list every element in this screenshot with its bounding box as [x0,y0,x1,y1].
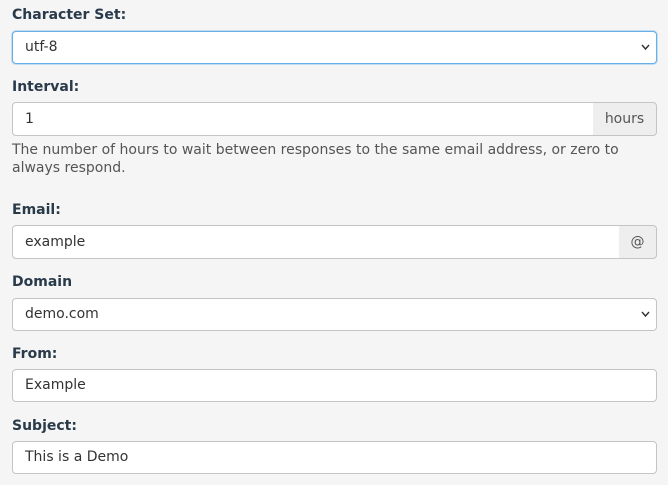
interval-help-text: The number of hours to wait between resp… [12,142,619,176]
interval-input-value: 1 [25,111,34,127]
charset-label: Character Set: [12,7,127,23]
subject-label: Subject: [12,418,77,434]
chevron-down-icon [641,44,650,51]
domain-select[interactable]: demo.com [12,298,657,331]
at-sign-addon: @ [619,225,657,259]
charset-select[interactable]: utf-8 [12,31,657,64]
charset-select-value: utf-8 [25,39,58,55]
from-input[interactable]: Example [12,369,657,402]
chevron-down-icon [641,311,650,318]
interval-input-group: 1 hours [12,102,657,136]
email-input[interactable]: example [12,225,620,259]
subject-input-value: This is a Demo [25,449,129,465]
interval-label: Interval: [12,79,80,95]
email-label: Email: [12,202,61,218]
from-input-value: Example [25,377,86,393]
email-input-group: example @ [12,225,657,259]
interval-unit-addon: hours [593,102,657,136]
domain-label: Domain [12,274,73,290]
interval-input[interactable]: 1 [12,102,594,136]
domain-select-value: demo.com [25,306,99,322]
subject-input[interactable]: This is a Demo [12,441,657,474]
from-label: From: [12,346,58,362]
email-input-value: example [25,234,86,250]
